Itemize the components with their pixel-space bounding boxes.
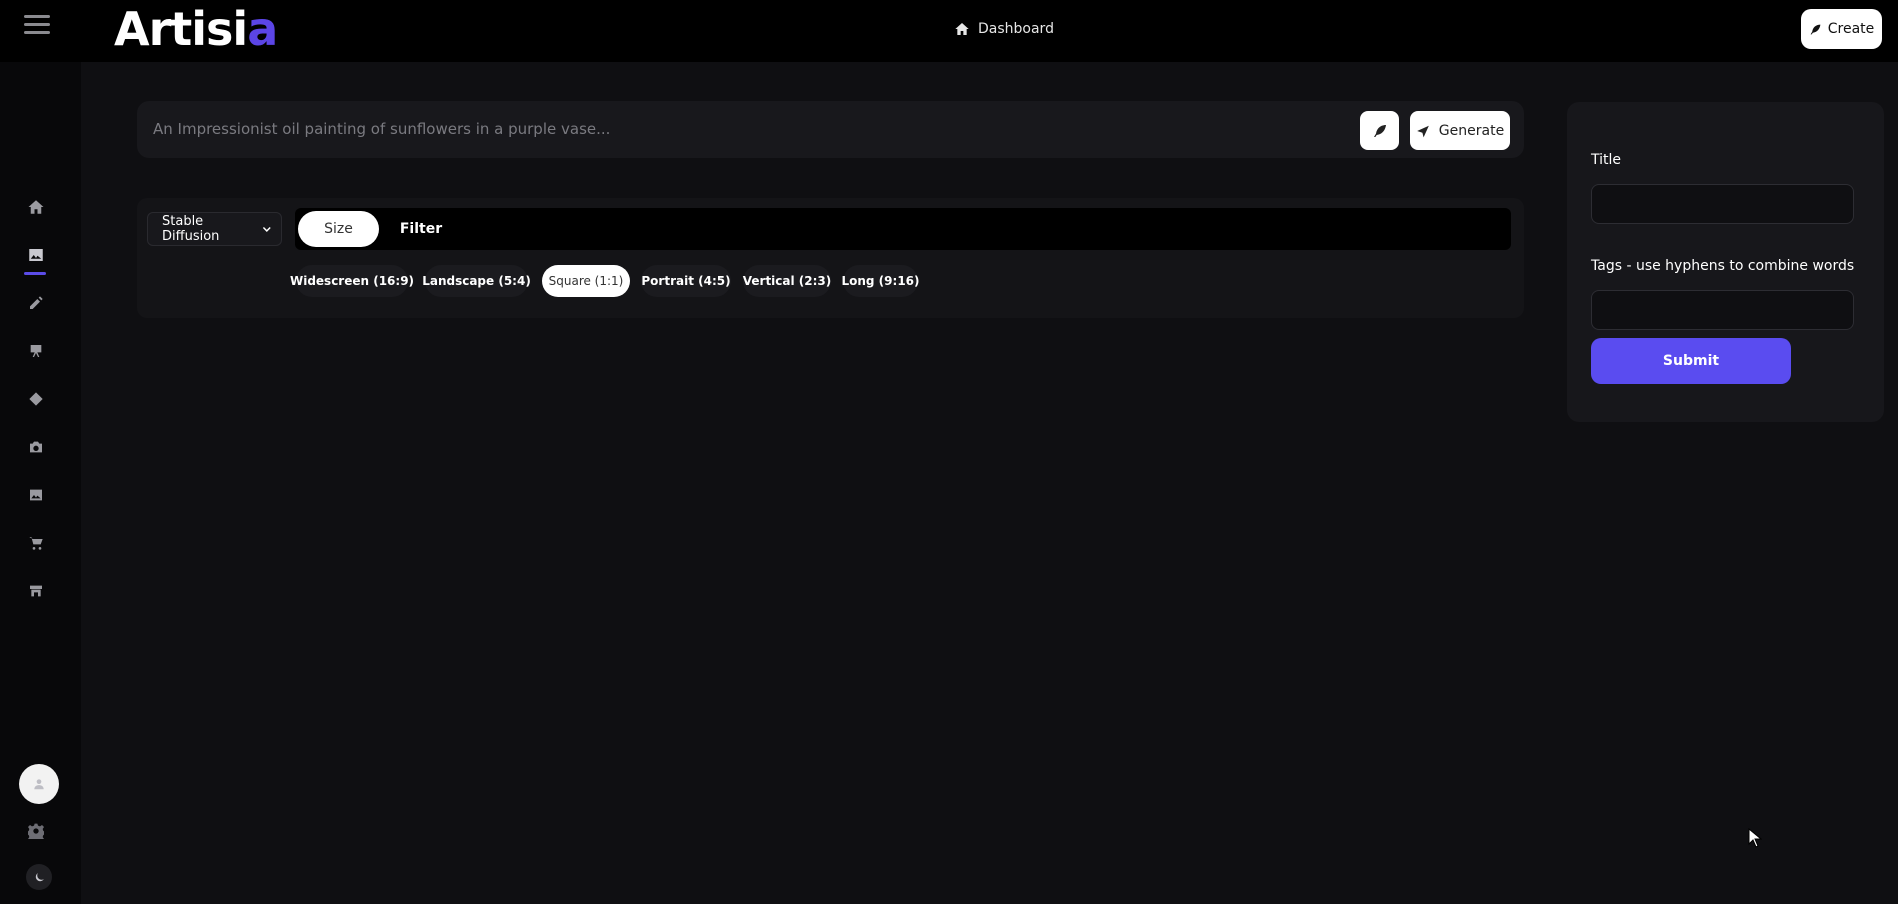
camera-icon — [30, 441, 42, 453]
diamond-icon — [29, 392, 43, 406]
feather-icon — [1810, 24, 1821, 34]
options-panel: Stable Diffusion Size Filter Widescreen … — [137, 198, 1524, 318]
prompt-bar: Generate — [137, 101, 1524, 158]
size-chip-square[interactable]: Square (1:1) — [542, 265, 630, 297]
mouse-cursor-icon — [1748, 828, 1762, 848]
logo-accent: a — [247, 2, 278, 56]
tab-strip: Size Filter — [295, 208, 1511, 250]
top-bar: Artisia Dashboard Create — [0, 0, 1898, 62]
tags-input[interactable] — [1591, 290, 1854, 330]
avatar[interactable] — [19, 764, 59, 804]
create-button[interactable]: Create — [1801, 9, 1882, 49]
menu-icon[interactable] — [24, 15, 50, 34]
submit-button[interactable]: Submit — [1591, 338, 1791, 384]
submission-form: Title Tags - use hyphens to combine word… — [1567, 102, 1884, 422]
size-chip-portrait[interactable]: Portrait (4:5) — [641, 265, 731, 297]
send-icon — [1416, 125, 1429, 137]
sidebar-item-store[interactable] — [26, 581, 46, 601]
home-icon — [955, 23, 969, 35]
sidebar-item-home[interactable] — [26, 197, 46, 217]
sidebar-item-image[interactable] — [26, 245, 46, 265]
size-chip-label: Long (9:16) — [841, 274, 920, 288]
size-chip-widescreen[interactable]: Widescreen (16:9) — [290, 265, 414, 297]
sidebar-item-cart[interactable] — [26, 533, 46, 553]
sidebar-item-diamond[interactable] — [26, 389, 46, 409]
cart-icon — [29, 537, 43, 550]
title-input[interactable] — [1591, 184, 1854, 224]
size-chip-label: Portrait (4:5) — [641, 274, 731, 288]
size-chip-label: Square (1:1) — [548, 274, 624, 288]
home-icon — [28, 200, 44, 214]
pencil-icon — [30, 296, 43, 309]
size-chip-long[interactable]: Long (9:16) — [841, 265, 920, 297]
tab-size-label: Size — [324, 221, 353, 237]
easel-icon — [30, 345, 42, 357]
sidebar-item-easel[interactable] — [26, 341, 46, 361]
logo-text: Artisi — [114, 2, 248, 56]
feather-icon — [1373, 124, 1386, 137]
sidebar — [0, 62, 81, 904]
sidebar-item-camera[interactable] — [26, 437, 46, 457]
size-chip-vertical[interactable]: Vertical (2:3) — [743, 265, 831, 297]
size-chip-landscape[interactable]: Landscape (5:4) — [422, 265, 531, 297]
inspire-button[interactable] — [1360, 111, 1399, 150]
sidebar-active-indicator — [24, 272, 46, 275]
logo[interactable]: Artisia — [114, 2, 278, 56]
tags-label: Tags - use hyphens to combine words — [1591, 258, 1855, 274]
title-label: Title — [1591, 152, 1622, 168]
tab-filter[interactable]: Filter — [393, 211, 449, 247]
size-chip-label: Vertical (2:3) — [742, 274, 832, 288]
gallery-icon — [30, 489, 42, 501]
dashboard-link[interactable]: Dashboard — [954, 19, 1054, 39]
chevron-down-icon — [263, 227, 272, 232]
dashboard-label: Dashboard — [978, 21, 1054, 37]
tab-filter-label: Filter — [399, 221, 443, 237]
sidebar-item-gallery[interactable] — [26, 485, 46, 505]
size-chip-label: Landscape (5:4) — [422, 274, 531, 288]
sidebar-item-edit[interactable] — [26, 293, 46, 313]
prompt-input[interactable] — [153, 109, 1333, 149]
model-selected-label: Stable Diffusion — [162, 214, 220, 244]
settings-button[interactable] — [26, 821, 46, 841]
tab-size[interactable]: Size — [298, 211, 379, 247]
store-icon — [30, 585, 42, 597]
create-label: Create — [1827, 21, 1875, 37]
generate-label: Generate — [1438, 122, 1505, 139]
gear-icon — [28, 823, 44, 839]
size-chip-label: Widescreen (16:9) — [289, 274, 415, 288]
theme-toggle[interactable] — [26, 864, 52, 890]
generate-button[interactable]: Generate — [1410, 111, 1510, 150]
model-select[interactable]: Stable Diffusion — [147, 212, 282, 246]
moon-icon — [35, 872, 44, 881]
user-icon — [34, 779, 44, 790]
image-icon — [29, 249, 43, 261]
